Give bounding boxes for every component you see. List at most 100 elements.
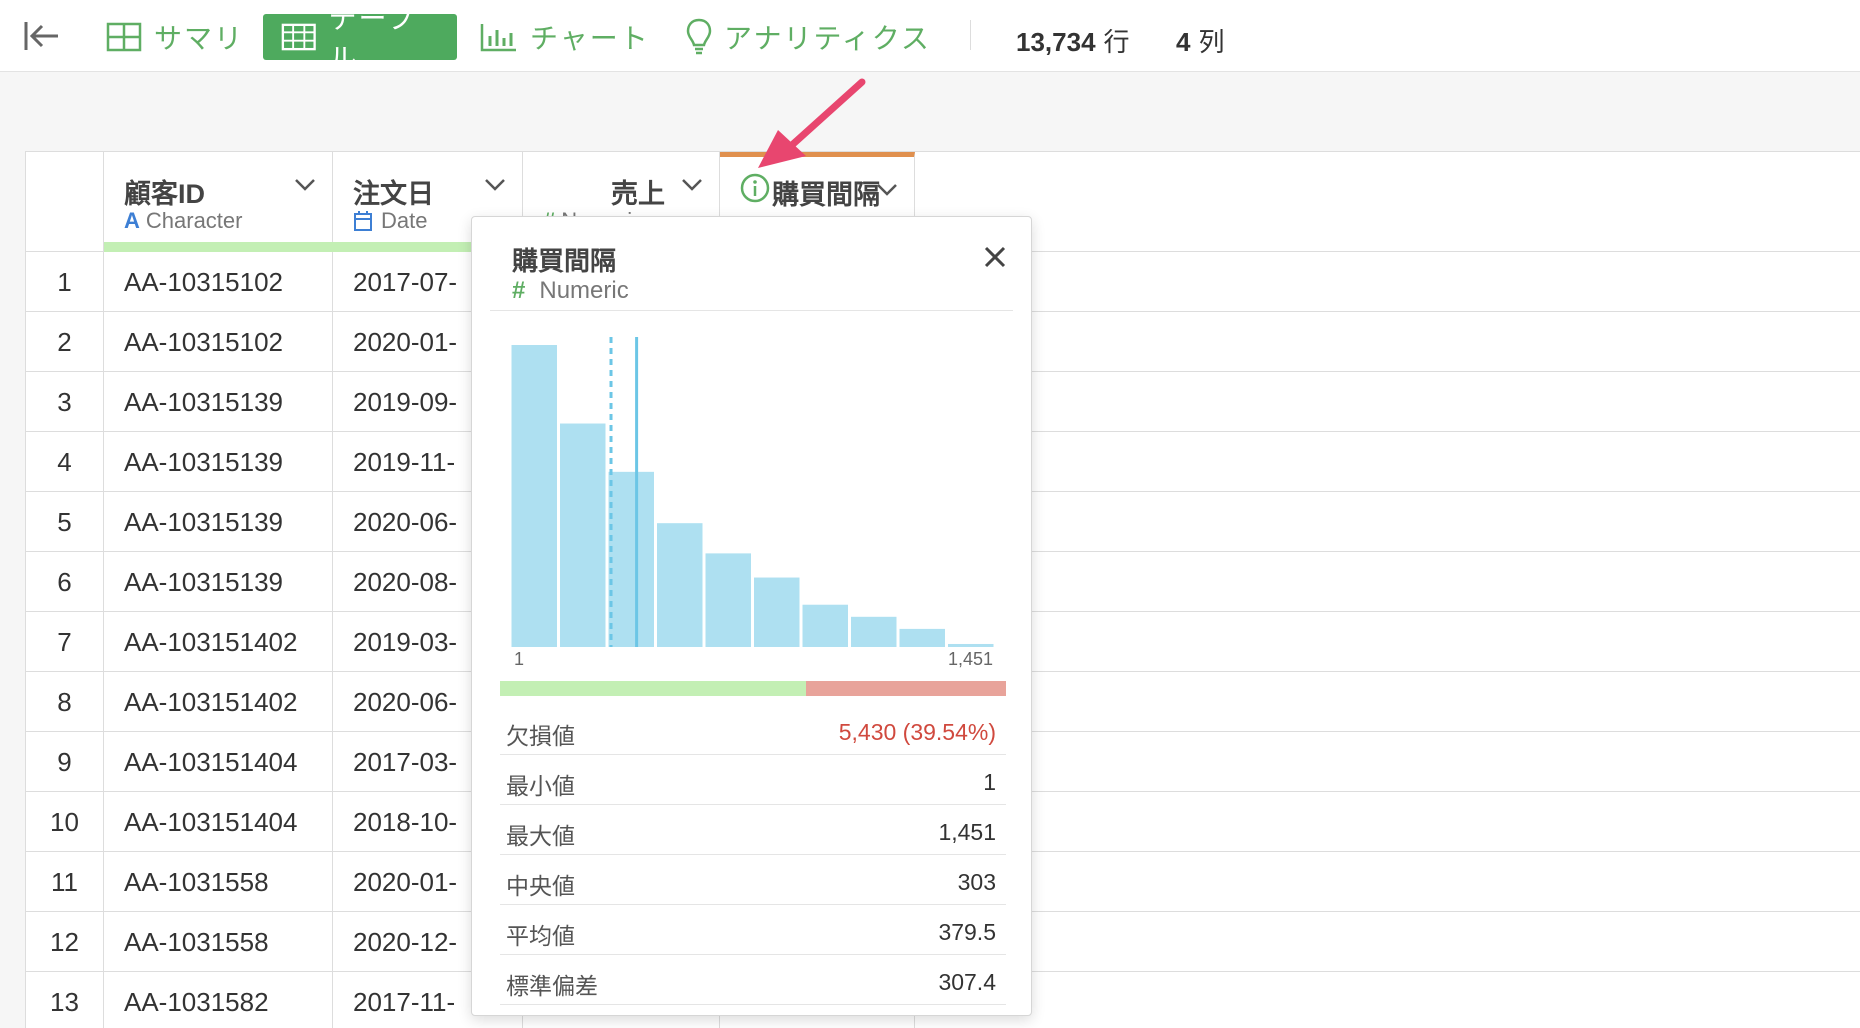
stat-label: 最大値 bbox=[506, 823, 575, 849]
row-number: 11 bbox=[26, 852, 104, 912]
customer-id-cell[interactable]: AA-103151404 bbox=[104, 792, 333, 852]
stat-label: 中央値 bbox=[506, 873, 575, 899]
lightbulb-icon bbox=[686, 18, 712, 55]
tab-chart-label: チャート bbox=[530, 23, 650, 54]
bar-chart-icon bbox=[480, 24, 516, 52]
row-number-header bbox=[26, 152, 104, 252]
histogram-bar bbox=[899, 628, 945, 647]
stat-value: 1 bbox=[983, 769, 996, 795]
row-number: 4 bbox=[26, 432, 104, 492]
quality-bar bbox=[104, 242, 333, 252]
column-type: A Character bbox=[124, 208, 242, 234]
row-count: 13,734 行 bbox=[1016, 22, 1130, 59]
customer-id-cell[interactable]: AA-1031582 bbox=[104, 972, 333, 1028]
stat-value: 5,430 (39.54%) bbox=[838, 719, 996, 745]
histogram-bar bbox=[705, 553, 751, 647]
stat-row: 最大値 1,451 bbox=[500, 805, 1006, 855]
column-name: 注文日 bbox=[353, 179, 434, 209]
histogram-bar bbox=[560, 423, 606, 647]
chevron-down-icon[interactable] bbox=[484, 178, 506, 192]
row-number: 3 bbox=[26, 372, 104, 432]
stat-row: 標準偏差 307.4 bbox=[500, 955, 1006, 1005]
tab-analytics-label: アナリティクス bbox=[724, 23, 931, 54]
stat-row: 平均値 379.5 bbox=[500, 905, 1006, 955]
column-type-label: Character bbox=[145, 208, 243, 233]
row-count-value: 13,734 bbox=[1016, 27, 1096, 57]
customer-id-cell[interactable]: AA-103151402 bbox=[104, 672, 333, 732]
axis-max-label: 1,451 bbox=[947, 649, 993, 669]
customer-id-cell[interactable]: AA-1031558 bbox=[104, 852, 333, 912]
customer-id-cell[interactable]: AA-10315102 bbox=[104, 252, 333, 312]
chevron-down-icon[interactable] bbox=[876, 183, 898, 197]
stat-value: 307.4 bbox=[938, 969, 996, 995]
column-count-value: 4 bbox=[1176, 27, 1191, 57]
column-name: 顧客ID bbox=[124, 179, 205, 209]
column-summary-popover: 購買間隔 # Numeric 1 1,451 欠損値 5,430 (39.54%) 最… bbox=[471, 216, 1032, 1016]
stat-value: 303 bbox=[957, 869, 996, 895]
table-icon bbox=[281, 23, 316, 51]
column-header-customer-id[interactable]: 顧客ID A Character bbox=[104, 152, 333, 252]
toolbar-divider bbox=[970, 20, 971, 50]
row-number: 12 bbox=[26, 912, 104, 972]
column-name: 売上 bbox=[611, 179, 665, 209]
stat-label: 欠損値 bbox=[506, 723, 575, 749]
stat-row: 欠損値 5,430 (39.54%) bbox=[500, 705, 1006, 755]
chevron-down-icon[interactable] bbox=[294, 178, 316, 192]
column-type-label: Date bbox=[381, 208, 428, 233]
stat-label: 標準偏差 bbox=[506, 973, 598, 999]
customer-id-cell[interactable]: AA-1031558 bbox=[104, 912, 333, 972]
histogram-bar bbox=[851, 616, 897, 647]
tab-chart[interactable]: チャート bbox=[462, 14, 668, 60]
column-count: 4列 bbox=[1176, 22, 1224, 59]
chevron-down-icon[interactable] bbox=[681, 178, 703, 192]
numeric-type-icon: # bbox=[512, 277, 526, 304]
customer-id-cell[interactable]: AA-103151402 bbox=[104, 612, 333, 672]
tab-table[interactable]: テーブル bbox=[263, 3, 457, 74]
row-number: 7 bbox=[26, 612, 104, 672]
histogram-chart bbox=[511, 337, 994, 647]
tab-table-label: テーブル bbox=[328, 3, 417, 74]
customer-id-cell[interactable]: AA-10315139 bbox=[104, 552, 333, 612]
close-icon[interactable] bbox=[983, 245, 1007, 269]
customer-id-cell[interactable]: AA-103151404 bbox=[104, 732, 333, 792]
stat-row: 中央値 303 bbox=[500, 855, 1006, 905]
row-number: 13 bbox=[26, 972, 104, 1028]
histogram-bar bbox=[608, 471, 654, 647]
grid-icon bbox=[106, 22, 142, 52]
histogram-bar bbox=[802, 604, 848, 647]
tab-analytics[interactable]: アナリティクス bbox=[668, 14, 949, 60]
customer-id-cell[interactable]: AA-10315139 bbox=[104, 372, 333, 432]
stat-label: 平均値 bbox=[506, 923, 575, 949]
histogram-bar bbox=[657, 523, 703, 647]
tab-summary-label: サマリ bbox=[154, 23, 245, 54]
stat-row: 最小値 1 bbox=[500, 755, 1006, 805]
histogram-bar bbox=[511, 345, 557, 647]
row-number: 2 bbox=[26, 312, 104, 372]
popover-type-label: Numeric bbox=[539, 277, 629, 304]
histogram-bar bbox=[754, 577, 800, 647]
stat-value: 1,451 bbox=[938, 819, 996, 845]
row-number: 10 bbox=[26, 792, 104, 852]
column-count-unit: 列 bbox=[1198, 27, 1225, 57]
toolbar: サマリ テーブル チャート アナリティクス 13,734 行 4 列 bbox=[0, 0, 1860, 74]
calendar-icon bbox=[354, 211, 372, 231]
stat-value: 379.5 bbox=[938, 919, 996, 945]
axis-min-label: 1 bbox=[514, 649, 525, 669]
row-count-unit: 行 bbox=[1103, 27, 1130, 57]
popover-title: 購買間隔 bbox=[512, 246, 617, 276]
customer-id-cell[interactable]: AA-10315139 bbox=[104, 492, 333, 552]
column-type: Date bbox=[353, 208, 427, 234]
row-number: 9 bbox=[26, 732, 104, 792]
customer-id-cell[interactable]: AA-10315102 bbox=[104, 312, 333, 372]
row-number: 8 bbox=[26, 672, 104, 732]
collapse-left-icon[interactable] bbox=[22, 18, 62, 54]
character-type-icon: A bbox=[124, 208, 140, 233]
tab-summary[interactable]: サマリ bbox=[88, 14, 262, 60]
row-number: 1 bbox=[26, 252, 104, 312]
popover-type: # Numeric bbox=[512, 277, 629, 305]
valid-portion bbox=[500, 681, 806, 696]
row-number: 5 bbox=[26, 492, 104, 552]
histogram-bar bbox=[948, 643, 994, 647]
customer-id-cell[interactable]: AA-10315139 bbox=[104, 432, 333, 492]
annotation-arrow-icon bbox=[758, 78, 866, 168]
